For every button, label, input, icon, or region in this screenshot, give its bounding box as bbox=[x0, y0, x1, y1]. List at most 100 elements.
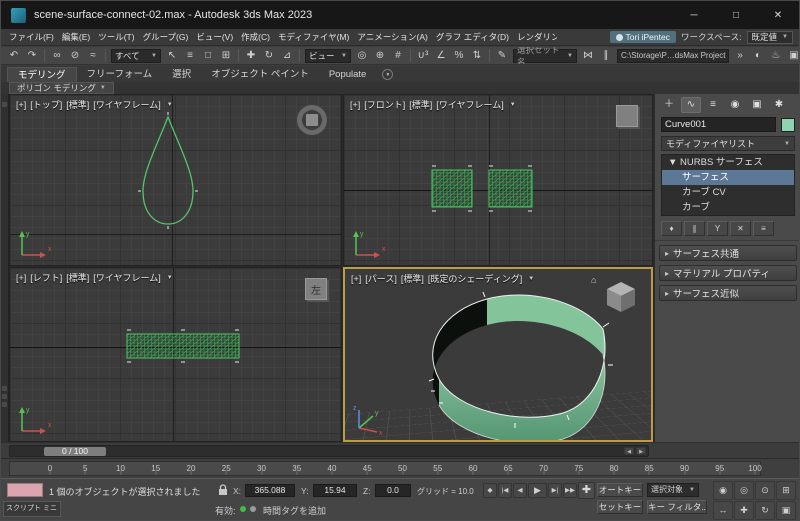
menu-item-8[interactable]: グラフ エディタ(D) bbox=[432, 31, 513, 43]
viewport-perspective-label-1[interactable]: [パース] bbox=[365, 272, 397, 285]
viewport-left[interactable]: [+][レフト][標準][ワイヤフレーム]▼ 左 xy bbox=[9, 267, 342, 442]
viewport-top-label-0[interactable]: [+] bbox=[16, 100, 26, 110]
rollout-0[interactable]: ▸サーフェス共通 bbox=[659, 245, 797, 261]
spinner-snap-icon[interactable]: ⇅ bbox=[468, 48, 486, 64]
viewcube[interactable] bbox=[297, 105, 327, 135]
show-end-result-button[interactable]: ∥ bbox=[684, 221, 705, 236]
selection-filter-dropdown[interactable]: すべて▼ bbox=[111, 49, 161, 63]
remove-modifier-button[interactable]: ✕ bbox=[730, 221, 751, 236]
angle-snap-icon[interactable]: ∠ bbox=[432, 48, 450, 64]
snaps-toggle-icon[interactable]: ∪³ bbox=[414, 48, 432, 64]
select-and-rotate-icon[interactable]: ↻ bbox=[260, 48, 278, 64]
user-account-button[interactable]: Tori iPentec bbox=[610, 31, 676, 43]
rendered-frame-icon[interactable]: ▣ bbox=[785, 48, 799, 64]
stack-item-1[interactable]: サーフェス bbox=[662, 170, 794, 185]
object-name-field[interactable]: Curve001 bbox=[661, 117, 776, 132]
zoom-extents-all-icon[interactable]: ⊞ bbox=[776, 481, 796, 500]
viewport-perspective-filter-icon[interactable]: ▼ bbox=[528, 276, 534, 282]
z-coordinate-field[interactable]: 0.0 bbox=[375, 484, 411, 497]
keyboard-shortcut-override-icon[interactable]: # bbox=[389, 48, 407, 64]
viewport-front[interactable]: [+][フロント][標準][ワイヤフレーム]▼ xy bbox=[343, 94, 653, 266]
select-and-manipulate-icon[interactable]: ⊕ bbox=[371, 48, 389, 64]
ribbon-minimize-icon[interactable]: ▼ bbox=[382, 69, 393, 80]
pan-icon[interactable]: ✚ bbox=[734, 501, 754, 520]
viewcube-home-icon[interactable]: ⌂ bbox=[591, 275, 596, 285]
menu-item-4[interactable]: ビュー(V) bbox=[192, 31, 237, 43]
modify-tab[interactable]: ∿ bbox=[681, 97, 701, 113]
pin-stack-button[interactable]: ♦ bbox=[661, 221, 682, 236]
stack-item-2[interactable]: カーブ CV bbox=[662, 185, 794, 200]
select-and-link-icon[interactable]: ∞ bbox=[48, 48, 66, 64]
zoom-icon[interactable]: ◉ bbox=[713, 481, 733, 500]
viewport-left-label-3[interactable]: [ワイヤフレーム] bbox=[93, 271, 160, 284]
y-coordinate-field[interactable]: 15.94 bbox=[313, 484, 357, 497]
maxscript-mini-listener[interactable]: スクリプト ミニ リス bbox=[3, 501, 61, 517]
configure-modifier-sets-button[interactable]: ≡ bbox=[753, 221, 774, 236]
viewport-top-filter-icon[interactable]: ▼ bbox=[167, 102, 173, 108]
stack-item-3[interactable]: カーブ bbox=[662, 200, 794, 215]
ribbon-tab-1[interactable]: フリーフォーム bbox=[77, 67, 163, 82]
viewcube-face[interactable] bbox=[616, 105, 638, 127]
menu-item-3[interactable]: グループ(G) bbox=[139, 31, 193, 43]
viewport-front-label-0[interactable]: [+] bbox=[350, 100, 360, 110]
viewcube-face[interactable]: 左 bbox=[305, 278, 327, 300]
select-object-icon[interactable]: ↖ bbox=[163, 48, 181, 64]
play-button[interactable]: ▶ bbox=[528, 483, 547, 498]
make-unique-button[interactable]: Y bbox=[707, 221, 728, 236]
menu-item-1[interactable]: 編集(E) bbox=[58, 31, 94, 43]
set-keys-button[interactable]: ✚ bbox=[578, 482, 595, 499]
zoom-all-icon[interactable]: ◎ bbox=[734, 481, 754, 500]
maximize-button[interactable]: □ bbox=[715, 1, 757, 29]
add-time-tag[interactable]: 時間タグを追加 bbox=[263, 504, 326, 517]
close-button[interactable]: ✕ bbox=[757, 1, 799, 29]
selection-lock-icon[interactable] bbox=[217, 483, 229, 496]
object-color-swatch[interactable] bbox=[781, 118, 795, 132]
redo-icon[interactable]: ↷ bbox=[23, 48, 41, 64]
utilities-tab[interactable]: ✱ bbox=[769, 97, 789, 113]
stack-item-0[interactable]: ▼ NURBS サーフェス bbox=[662, 155, 794, 170]
rectangular-selection-region-icon[interactable]: □ bbox=[199, 48, 217, 64]
previous-frame-stepper[interactable]: ◀ bbox=[624, 447, 634, 455]
project-folder-box[interactable]: C:\Storage\P…dsMax Project bbox=[617, 49, 729, 63]
zoom-extents-icon[interactable]: ⊙ bbox=[755, 481, 775, 500]
viewport-layout-tabs[interactable] bbox=[1, 94, 9, 442]
viewport-perspective-label-0[interactable]: [+] bbox=[351, 274, 361, 284]
toolbar-overflow-icon[interactable]: » bbox=[731, 48, 749, 64]
go-to-end-button[interactable]: ▶▶ bbox=[563, 483, 577, 498]
key-selection-dropdown[interactable]: 選択対象 ▼ bbox=[647, 483, 699, 497]
viewport-perspective-label-3[interactable]: [既定のシェーディング] bbox=[428, 272, 522, 285]
auto-key-button[interactable]: オートキー bbox=[597, 483, 643, 497]
minimize-button[interactable]: ─ bbox=[673, 1, 715, 29]
rollout-1[interactable]: ▸マテリアル プロパティ bbox=[659, 265, 797, 281]
material-editor-icon[interactable]: ◐ bbox=[749, 48, 767, 64]
viewport-front-label-2[interactable]: [標準] bbox=[409, 98, 432, 111]
viewport-front-label-1[interactable]: [フロント] bbox=[364, 98, 405, 111]
viewport-left-filter-icon[interactable]: ▼ bbox=[167, 275, 173, 281]
use-pivot-center-icon[interactable]: ◎ bbox=[353, 48, 371, 64]
next-frame-stepper[interactable]: ▶ bbox=[636, 447, 646, 455]
viewport-perspective-label-2[interactable]: [標準] bbox=[401, 272, 424, 285]
viewport-left-label-1[interactable]: [レフト] bbox=[30, 271, 62, 284]
nurbs-surface-left-view[interactable] bbox=[10, 268, 342, 442]
x-coordinate-field[interactable]: 365.088 bbox=[245, 484, 295, 497]
time-slider-handle[interactable]: 0 / 100 bbox=[44, 447, 106, 456]
select-and-move-icon[interactable]: ✚ bbox=[242, 48, 260, 64]
modifier-list-dropdown[interactable]: モディファイヤリスト ▼ bbox=[661, 136, 795, 151]
key-mode-toggle[interactable]: ◆ bbox=[483, 483, 497, 498]
viewport-perspective[interactable]: [+][パース][標準][既定のシェーディング]▼ ⌂ x y z bbox=[343, 267, 653, 442]
ribbon-tab-3[interactable]: オブジェクト ペイント bbox=[201, 67, 319, 82]
viewcube-face[interactable] bbox=[306, 114, 318, 126]
time-slider-track[interactable]: 0 / 100 ◀ ▶ bbox=[9, 445, 649, 457]
rollout-2[interactable]: ▸サーフェス近似 bbox=[659, 285, 797, 301]
viewport-top-label-1[interactable]: [トップ] bbox=[30, 98, 62, 111]
ribbon-tab-0[interactable]: モデリング bbox=[7, 67, 77, 82]
select-and-scale-icon[interactable]: ⊿ bbox=[278, 48, 296, 64]
bind-to-space-warp-icon[interactable]: ≈ bbox=[84, 48, 102, 64]
percent-snap-icon[interactable]: % bbox=[450, 48, 468, 64]
edit-named-selections-icon[interactable]: ✎ bbox=[493, 48, 511, 64]
select-by-name-icon[interactable]: ≡ bbox=[181, 48, 199, 64]
nurbs-curve-top-view[interactable] bbox=[10, 95, 342, 266]
undo-icon[interactable]: ↶ bbox=[5, 48, 23, 64]
layout-tab-marker[interactable] bbox=[2, 386, 7, 391]
viewport-front-label-3[interactable]: [ワイヤフレーム] bbox=[436, 98, 503, 111]
